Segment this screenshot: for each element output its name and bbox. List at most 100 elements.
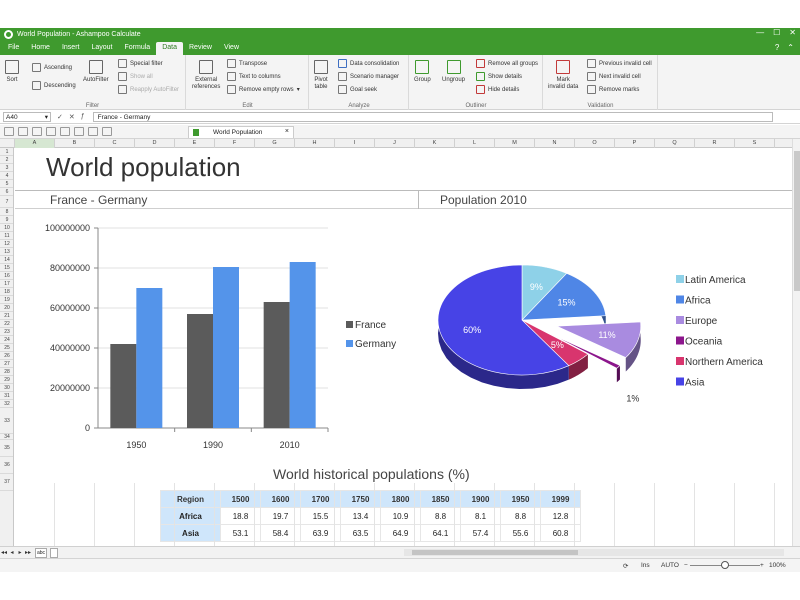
redo-icon[interactable]	[88, 127, 98, 136]
column-header-j[interactable]: J	[375, 139, 415, 148]
first-sheet-button[interactable]: ◂◂	[0, 549, 8, 556]
row-header-26[interactable]: 26	[0, 352, 13, 360]
column-header-s[interactable]: S	[735, 139, 775, 148]
minimize-button[interactable]: —	[756, 28, 764, 37]
row-header-13[interactable]: 13	[0, 248, 13, 256]
cell-reference-box[interactable]: A40 ▾	[3, 111, 51, 122]
pivot-table-button[interactable]: Pivot table	[314, 60, 328, 91]
menu-layout[interactable]: Layout	[85, 42, 118, 55]
vertical-scrollbar[interactable]	[792, 139, 800, 547]
row-header-8[interactable]: 8	[0, 208, 13, 216]
zoom-out-button[interactable]: −	[684, 562, 688, 569]
show-all-button[interactable]: Show all	[118, 72, 153, 81]
select-all-corner[interactable]	[0, 139, 15, 148]
print-icon[interactable]	[60, 127, 70, 136]
row-header-17[interactable]: 17	[0, 280, 13, 288]
horizontal-scrollbar[interactable]	[404, 549, 784, 556]
row-header-9[interactable]: 9	[0, 216, 13, 224]
remove-marks-button[interactable]: Remove marks	[587, 85, 639, 94]
column-header-e[interactable]: E	[175, 139, 215, 148]
next-sheet-button[interactable]: ▸	[16, 549, 24, 556]
goal-seek-button[interactable]: Goal seek	[338, 85, 377, 94]
formula-input[interactable]: France - Germany	[92, 111, 773, 122]
row-header-23[interactable]: 23	[0, 328, 13, 336]
column-header-r[interactable]: R	[695, 139, 735, 148]
zoom-slider-knob[interactable]	[721, 561, 729, 569]
row-header-14[interactable]: 14	[0, 256, 13, 264]
column-header-l[interactable]: L	[455, 139, 495, 148]
row-header-6[interactable]: 6	[0, 188, 13, 196]
group-button[interactable]: Group	[414, 60, 431, 84]
row-header-1[interactable]: 1	[0, 148, 13, 156]
table-cell[interactable]: Africa	[160, 507, 221, 525]
row-header-29[interactable]: 29	[0, 376, 13, 384]
row-header-11[interactable]: 11	[0, 232, 13, 240]
row-header-19[interactable]: 19	[0, 296, 13, 304]
column-header-c[interactable]: C	[95, 139, 135, 148]
save-icon[interactable]	[46, 127, 56, 136]
row-header-28[interactable]: 28	[0, 368, 13, 376]
column-header-p[interactable]: P	[615, 139, 655, 148]
row-header-7[interactable]: 7	[0, 196, 13, 208]
charts[interactable]: 0 20000000 40000000 60000000 80000000 1000000…	[15, 210, 792, 460]
row-header-31[interactable]: 31	[0, 392, 13, 400]
hide-details-button[interactable]: Hide details	[476, 85, 519, 94]
select-icon[interactable]	[102, 127, 112, 136]
row-header-2[interactable]: 2	[0, 156, 13, 164]
column-header-n[interactable]: N	[535, 139, 575, 148]
row-header-4[interactable]: 4	[0, 172, 13, 180]
row-header-33[interactable]: 33	[0, 408, 13, 434]
zoom-in-button[interactable]: +	[760, 562, 764, 569]
column-header-q[interactable]: Q	[655, 139, 695, 148]
row-header-15[interactable]: 15	[0, 264, 13, 272]
previous-invalid-cell-button[interactable]: Previous invalid cell	[587, 59, 652, 68]
column-header-h[interactable]: H	[295, 139, 335, 148]
next-invalid-cell-button[interactable]: Next invalid cell	[587, 72, 641, 81]
data-consolidation-button[interactable]: Data consolidation	[338, 59, 399, 68]
new-file-icon[interactable]	[18, 127, 28, 136]
sheet-area[interactable]: World population France - Germany Popula…	[15, 148, 792, 546]
row-header-22[interactable]: 22	[0, 320, 13, 328]
row-header-5[interactable]: 5	[0, 180, 13, 188]
menu-view[interactable]: View	[218, 42, 245, 55]
row-header-16[interactable]: 16	[0, 272, 13, 280]
column-header-b[interactable]: B	[55, 139, 95, 148]
menu-review[interactable]: Review	[183, 42, 218, 55]
cancel-icon[interactable]: ✕	[69, 113, 75, 121]
text-to-columns-button[interactable]: Text to columns	[227, 72, 281, 81]
row-header-25[interactable]: 25	[0, 344, 13, 352]
row-header-30[interactable]: 30	[0, 384, 13, 392]
show-details-button[interactable]: Show details	[476, 72, 522, 81]
transpose-button[interactable]: Transpose	[227, 59, 267, 68]
menu-insert[interactable]: Insert	[56, 42, 86, 55]
column-header-i[interactable]: I	[335, 139, 375, 148]
add-sheet-icon[interactable]	[50, 547, 58, 558]
row-header-18[interactable]: 18	[0, 288, 13, 296]
close-tab-icon[interactable]: ×	[285, 128, 289, 135]
row-header-20[interactable]: 20	[0, 304, 13, 312]
vertical-scroll-thumb[interactable]	[794, 151, 800, 291]
row-header-10[interactable]: 10	[0, 224, 13, 232]
row-header-24[interactable]: 24	[0, 336, 13, 344]
autofilter-button[interactable]: AutoFilter	[83, 60, 109, 84]
column-header-o[interactable]: O	[575, 139, 615, 148]
row-header-27[interactable]: 27	[0, 360, 13, 368]
row-header-3[interactable]: 3	[0, 164, 13, 172]
remove-all-groups-button[interactable]: Remove all groups	[476, 59, 538, 68]
menu-file[interactable]: File	[2, 42, 25, 55]
table-header-cell[interactable]: Region	[160, 490, 221, 508]
row-header-37[interactable]: 37	[0, 474, 13, 491]
reapply-autofilter-button[interactable]: Reapply AutoFilter	[118, 85, 179, 94]
sort-descending-button[interactable]: Descending	[32, 81, 76, 90]
collapse-ribbon-icon[interactable]: ⌃	[787, 43, 794, 52]
mark-invalid-data-button[interactable]: Mark invalid data	[548, 60, 578, 91]
remove-empty-rows-button[interactable]: Remove empty rows ▾	[227, 85, 300, 94]
horizontal-scroll-thumb[interactable]	[412, 550, 578, 555]
calc-mode[interactable]: AUTO	[661, 562, 679, 569]
function-icon[interactable]: ƒ	[81, 113, 85, 121]
previous-sheet-button[interactable]: ◂	[8, 549, 16, 556]
menu-home[interactable]: Home	[25, 42, 56, 55]
scenario-manager-button[interactable]: Scenario manager	[338, 72, 399, 81]
column-header-g[interactable]: G	[255, 139, 295, 148]
external-references-button[interactable]: External references	[192, 60, 220, 91]
